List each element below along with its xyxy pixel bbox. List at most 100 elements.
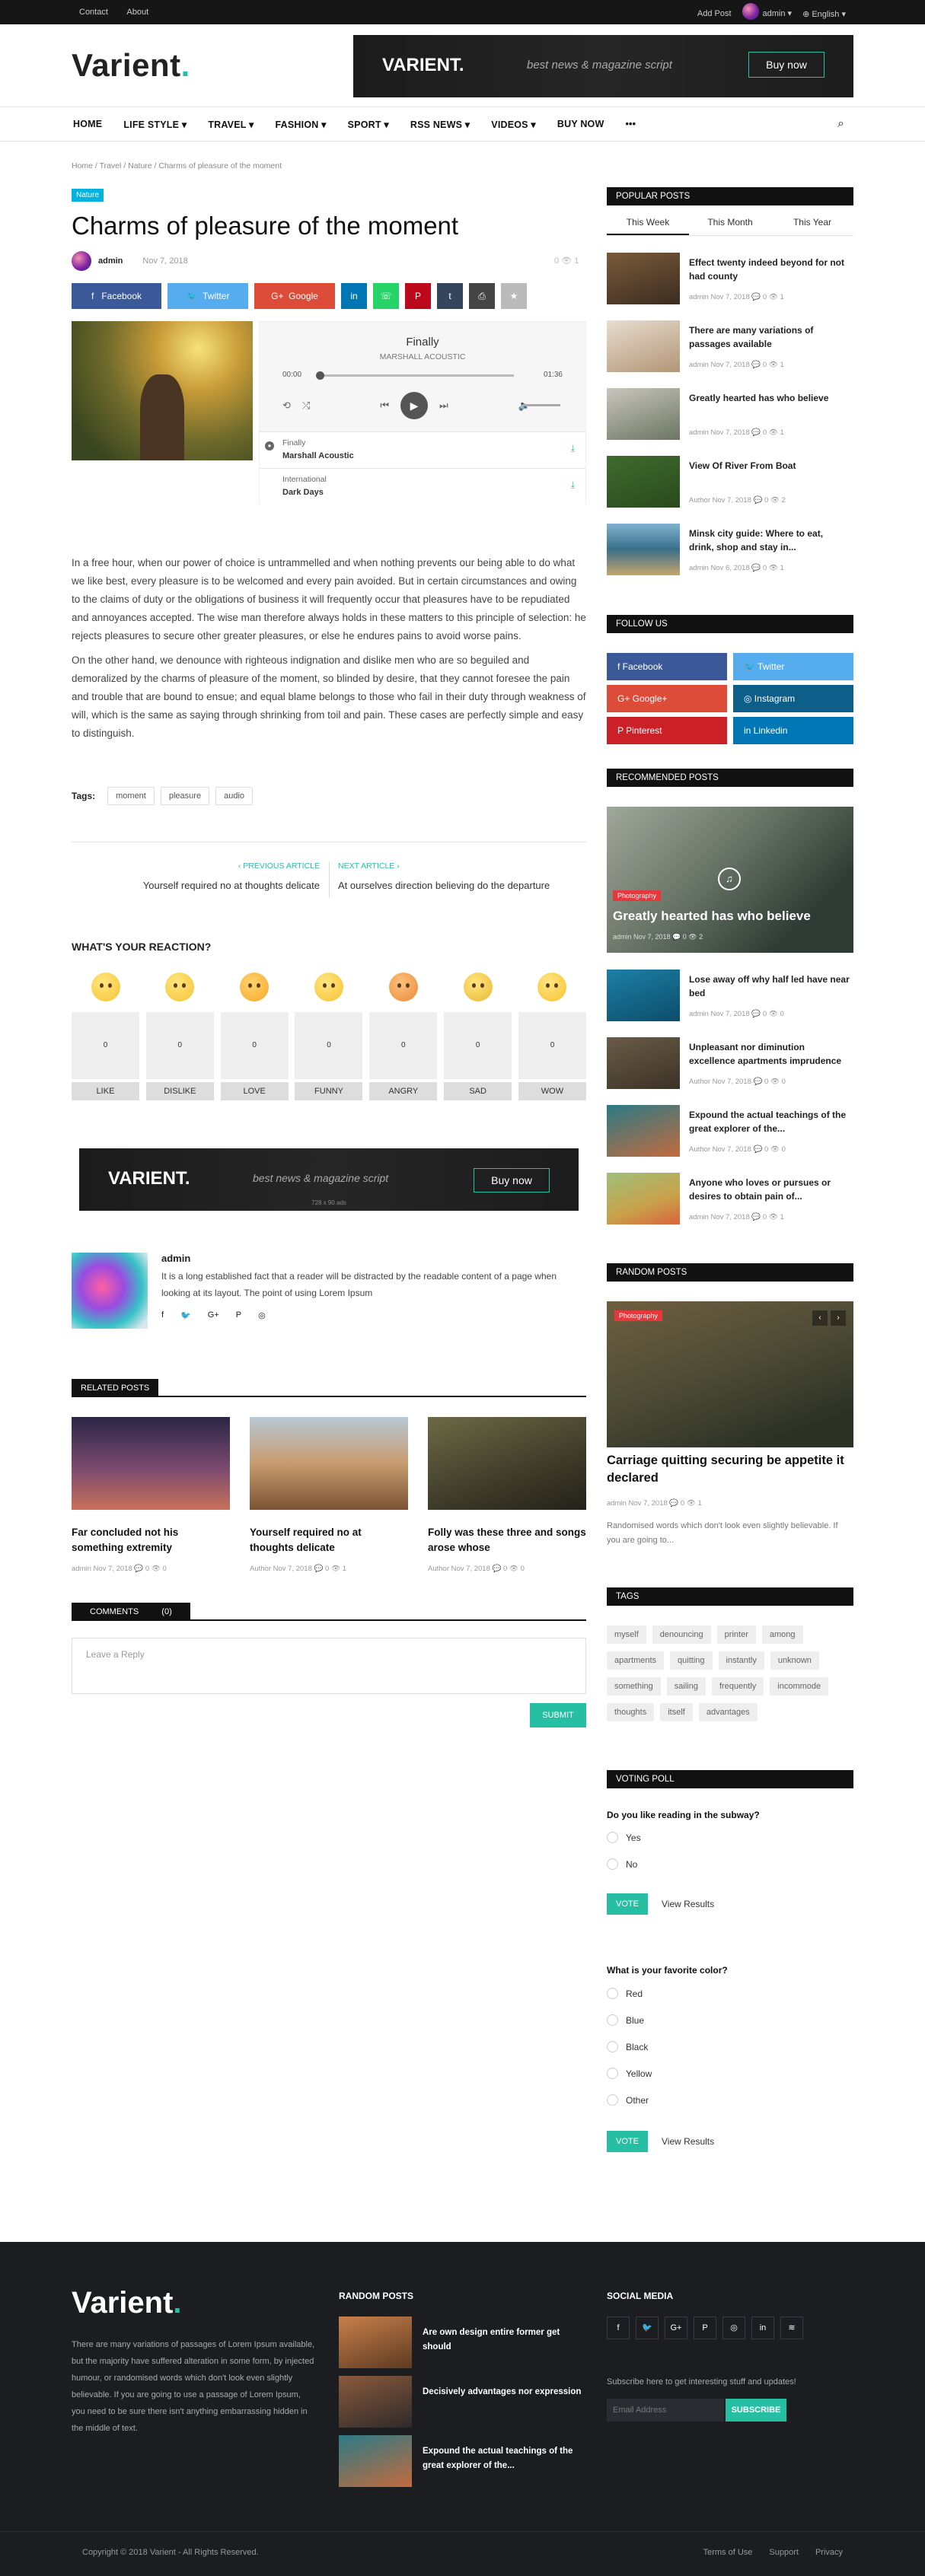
follow-facebook-button[interactable]: f Facebook (607, 653, 727, 680)
recommended-post[interactable]: Lose away off why half led have near bed… (607, 970, 853, 1024)
share-pinterest-icon[interactable]: P (405, 283, 431, 309)
add-post-link[interactable]: Add Post (697, 9, 732, 18)
follow-twitter-button[interactable]: 🐦 Twitter (733, 653, 853, 680)
contact-link[interactable]: Contact (79, 8, 108, 17)
nav-sport[interactable]: SPORT ▾ (348, 119, 389, 130)
instagram-icon[interactable]: ◎ (722, 2316, 745, 2339)
poll-option[interactable]: Black (607, 2041, 648, 2052)
related-post[interactable]: Folly was these three and songs arose wh… (428, 1417, 586, 1573)
poll-option[interactable]: Red (607, 1988, 643, 1999)
follow-pinterest-button[interactable]: P Pinterest (607, 717, 727, 744)
volume-slider[interactable] (522, 404, 560, 406)
related-post[interactable]: Far concluded not his something extremit… (72, 1417, 230, 1573)
related-post[interactable]: Yourself required no at thoughts delicat… (250, 1417, 408, 1573)
popular-post[interactable]: View Of River From Boat Author Nov 7, 201… (607, 456, 853, 511)
recommended-post[interactable]: Expound the actual teachings of the grea… (607, 1105, 853, 1160)
footer-logo[interactable]: Varient. (72, 2286, 182, 2320)
tag[interactable]: advantages (698, 1703, 758, 1721)
star-icon[interactable]: ★ (501, 283, 527, 309)
language-select[interactable]: ⊕ English ▾ (802, 9, 846, 19)
author-name[interactable]: admin (161, 1253, 190, 1264)
reaction-angry[interactable]: 0 ANGRY (369, 973, 438, 1100)
nav-home[interactable]: HOME (73, 119, 102, 130)
breadcrumb[interactable]: Home / Travel / Nature / Charms of pleas… (72, 161, 282, 170)
reaction-love[interactable]: 0 LOVE (220, 973, 289, 1100)
post-thumbnail[interactable] (250, 1417, 408, 1510)
tag[interactable]: pleasure (160, 787, 210, 805)
print-icon[interactable]: ⎙ (469, 283, 495, 309)
popular-post[interactable]: There are many variations of passages av… (607, 320, 853, 375)
rss-icon[interactable]: ≋ (780, 2316, 803, 2339)
pinterest-icon[interactable]: P (694, 2316, 716, 2339)
share-facebook-button[interactable]: f Facebook (72, 283, 161, 309)
tab-this-year[interactable]: This Year (771, 212, 853, 235)
site-logo[interactable]: Varient. (72, 47, 190, 84)
poll-option[interactable]: Yellow (607, 2068, 652, 2079)
tag[interactable]: instantly (718, 1651, 764, 1670)
recommended-featured-post[interactable]: ♫ Photography Greatly hearted has who be… (607, 807, 853, 953)
player-progress-bar[interactable] (317, 374, 514, 377)
tag[interactable]: sailing (666, 1677, 706, 1696)
category-badge[interactable]: Photography (614, 1310, 663, 1321)
tag[interactable]: moment (107, 787, 155, 805)
instagram-icon[interactable]: ◎ (258, 1310, 266, 1320)
repeat-icon[interactable]: ⟲ (282, 400, 291, 412)
tag[interactable]: itself (660, 1703, 693, 1721)
chevron-right-icon[interactable]: › (831, 1310, 846, 1326)
next-icon[interactable]: ⏭ (439, 400, 448, 412)
about-link[interactable]: About (126, 8, 148, 17)
tag[interactable]: incommode (770, 1677, 829, 1696)
tag[interactable]: something (607, 1677, 661, 1696)
recommended-post[interactable]: Unpleasant nor diminution excellence apa… (607, 1037, 853, 1092)
twitter-icon[interactable]: 🐦 (180, 1310, 191, 1320)
facebook-icon[interactable]: f (161, 1310, 164, 1320)
random-post-slider[interactable]: Photography ‹ › (607, 1301, 853, 1447)
next-article-link[interactable]: NEXT ARTICLE › At ourselves direction be… (338, 861, 550, 891)
reaction-funny[interactable]: 0 FUNNY (295, 973, 363, 1100)
download-icon[interactable]: ⤓ (571, 443, 575, 454)
nav-buy-now[interactable]: BUY NOW (557, 119, 604, 130)
previous-icon[interactable]: ⏮ (380, 400, 389, 412)
google-plus-icon[interactable]: G+ (665, 2316, 687, 2339)
post-author[interactable]: admin (98, 256, 123, 266)
reaction-sad[interactable]: 0 SAD (444, 973, 512, 1100)
tag[interactable]: myself (607, 1626, 646, 1644)
linkedin-icon[interactable]: in (751, 2316, 774, 2339)
follow-linkedin-button[interactable]: in Linkedin (733, 717, 853, 744)
nav-travel[interactable]: TRAVEL ▾ (208, 119, 254, 130)
tag[interactable]: frequently (711, 1677, 764, 1696)
comment-textarea[interactable]: Leave a Reply (72, 1638, 586, 1694)
nav-more[interactable]: ••• (625, 119, 636, 130)
popular-post[interactable]: Effect twenty indeed beyond for not had … (607, 253, 853, 307)
download-icon[interactable]: ⤓ (571, 479, 575, 491)
poll-option[interactable]: Yes (607, 1832, 641, 1843)
vote-button[interactable]: VOTE (607, 2131, 648, 2152)
share-whatsapp-icon[interactable]: ☏ (373, 283, 399, 309)
tab-this-week[interactable]: This Week (607, 212, 689, 235)
footer-post[interactable]: Decisively advantages nor expression (339, 2376, 582, 2429)
view-results-link[interactable]: View Results (662, 2136, 714, 2147)
nav-lifestyle[interactable]: LIFE STYLE ▾ (123, 119, 187, 130)
article-ad-banner[interactable]: VARIENT. best news & magazine script Buy… (79, 1148, 579, 1211)
share-linkedin-icon[interactable]: in (341, 283, 367, 309)
follow-google-button[interactable]: G+ Google+ (607, 685, 727, 712)
playlist-item[interactable]: ● Finally Marshall Acoustic ⤓ (260, 431, 585, 468)
search-icon[interactable]: ⌕ (837, 117, 844, 131)
category-badge[interactable]: Photography (613, 890, 662, 901)
tag[interactable]: denouncing (652, 1626, 711, 1644)
recommended-post[interactable]: Anyone who loves or pursues or desires t… (607, 1173, 853, 1228)
twitter-icon[interactable]: 🐦 (636, 2316, 659, 2339)
footer-post[interactable]: Are own design entire former get should (339, 2316, 582, 2370)
poll-option[interactable]: Other (607, 2094, 649, 2106)
post-thumbnail[interactable] (72, 1417, 230, 1510)
facebook-icon[interactable]: f (607, 2316, 630, 2339)
user-menu[interactable]: admin ▾ (742, 3, 792, 20)
shuffle-icon[interactable]: ⤮ (302, 400, 310, 412)
popular-post[interactable]: Greatly hearted has who believe admin Nov… (607, 388, 853, 443)
subscribe-button[interactable]: SUBSCRIBE (726, 2399, 786, 2422)
share-tumblr-icon[interactable]: t (437, 283, 463, 309)
tag[interactable]: printer (716, 1626, 756, 1644)
poll-option[interactable]: Blue (607, 2014, 644, 2026)
reaction-like[interactable]: 0 LIKE (72, 973, 139, 1100)
submit-comment-button[interactable]: SUBMIT (530, 1703, 586, 1727)
